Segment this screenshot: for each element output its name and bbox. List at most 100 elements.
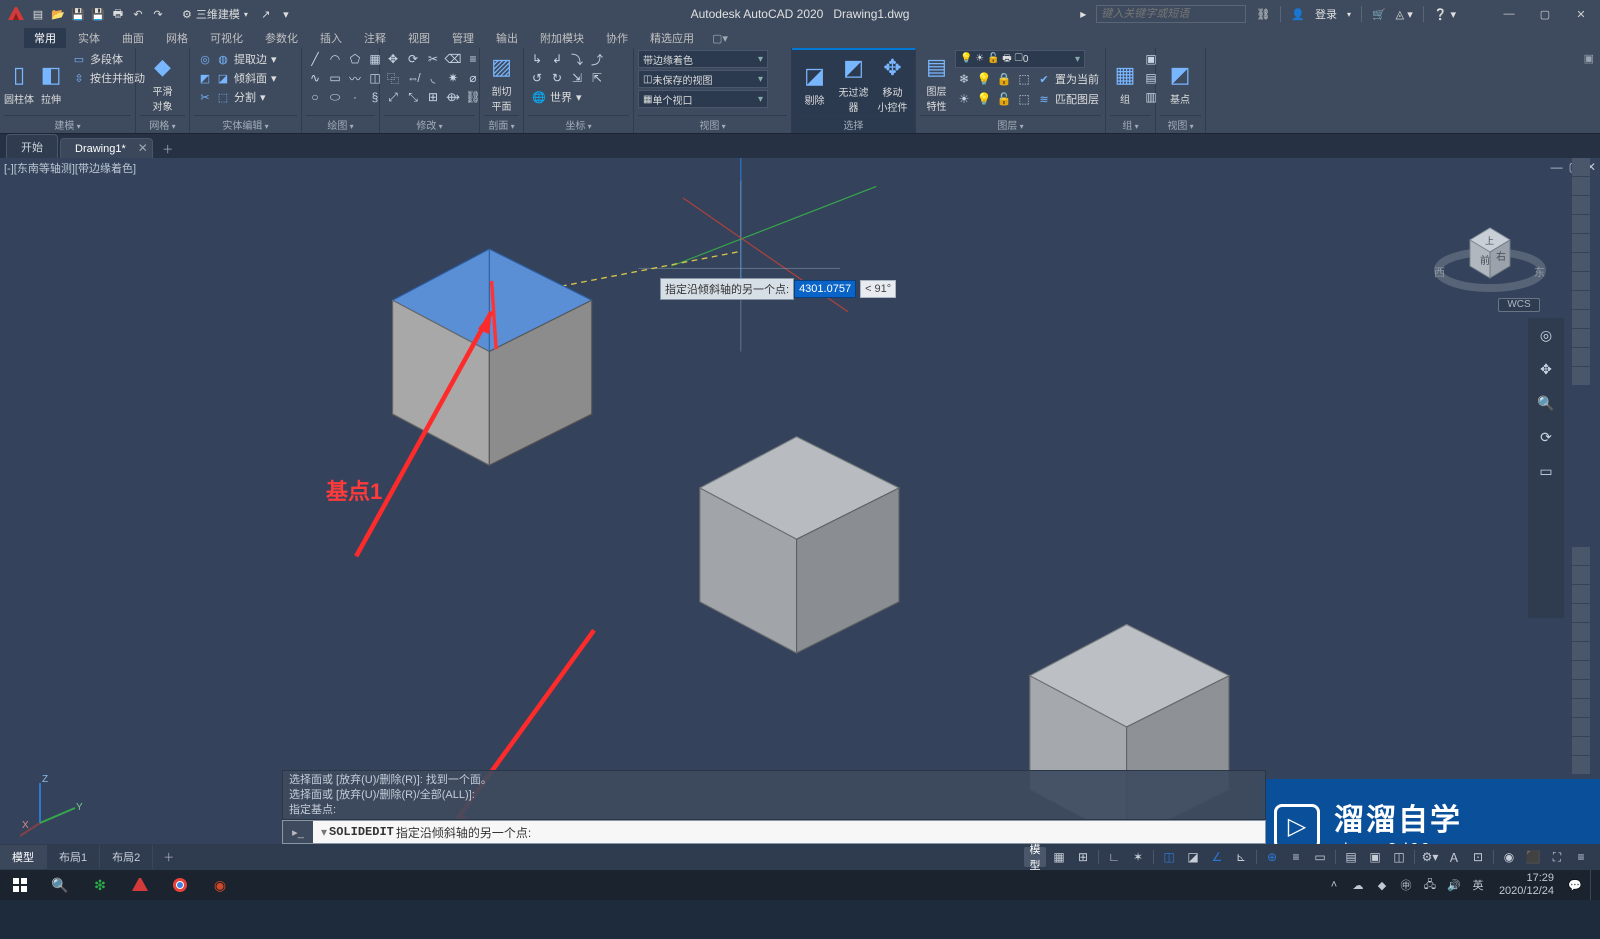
qat-redo-icon[interactable]: ↷ <box>150 6 166 22</box>
viewcube[interactable]: 前 右 上 西 东 <box>1430 188 1550 308</box>
status-ws-icon[interactable]: ⚙▾ <box>1419 847 1441 867</box>
palette-icon[interactable] <box>1572 196 1590 214</box>
solidedit-union-button[interactable]: ◎◍提取边 ▾ <box>194 50 281 68</box>
tab-13[interactable]: 精选应用 <box>640 28 704 48</box>
status-dyn-icon[interactable]: ⊕ <box>1261 847 1283 867</box>
qat-open-icon[interactable]: 📂 <box>50 6 66 22</box>
start-button[interactable] <box>0 870 40 900</box>
ucs8-icon[interactable]: ⇱ <box>588 69 606 87</box>
cart-icon[interactable]: 🛒 <box>1372 8 1386 21</box>
palette-icon[interactable] <box>1572 291 1590 309</box>
palette-icon[interactable] <box>1572 642 1590 660</box>
panel-layer-label[interactable]: 图层 <box>997 121 1023 132</box>
tab-2[interactable]: 曲面 <box>112 28 154 48</box>
point-icon[interactable]: · <box>346 88 364 106</box>
login-button[interactable]: 登录 <box>1315 6 1337 22</box>
rect-icon[interactable]: ▭ <box>326 69 344 87</box>
tab-add-layout-button[interactable]: ＋ <box>153 845 184 869</box>
arc-icon[interactable]: ◠ <box>326 50 344 68</box>
ucs-icon[interactable]: ↳ <box>528 50 546 68</box>
panel-draw-label[interactable]: 绘图 <box>327 121 353 132</box>
app-logo[interactable] <box>6 4 26 24</box>
palette-icon[interactable] <box>1572 348 1590 366</box>
array-icon[interactable]: ⊞ <box>424 88 442 106</box>
circle-icon[interactable]: ○ <box>306 88 324 106</box>
fillet-icon[interactable]: ◟ <box>424 69 442 87</box>
panel-section-label[interactable]: 剖面 <box>488 121 514 132</box>
trim-icon[interactable]: ✂ <box>424 50 442 68</box>
app-manager-icon[interactable]: ◬ ▾ <box>1396 8 1413 21</box>
palette-icon[interactable] <box>1572 718 1590 736</box>
palette-icon[interactable] <box>1572 310 1590 328</box>
erase-icon[interactable]: ⌫ <box>444 50 462 68</box>
tab-1[interactable]: 实体 <box>68 28 110 48</box>
status-3dosnap-icon[interactable]: ◪ <box>1182 847 1204 867</box>
visual-style-dropdown[interactable]: 带边缘着色 <box>638 50 768 68</box>
login-dropdown-icon[interactable]: ▾ <box>1347 10 1351 19</box>
palette-icon[interactable] <box>1572 272 1590 290</box>
tray-ime-icon[interactable]: ㊥ <box>1397 876 1415 894</box>
ellipse-icon[interactable]: ⬭ <box>326 88 344 106</box>
ribbon-tab-overflow-icon[interactable]: ▢▾ <box>712 32 728 45</box>
solidedit-separate-button[interactable]: ✂⬚分割 ▾ <box>194 88 281 106</box>
spline-icon[interactable]: 〰 <box>346 69 364 87</box>
qat-new-icon[interactable]: ▤ <box>30 6 46 22</box>
tab-close-icon[interactable]: ✕ <box>137 142 149 154</box>
tab-start[interactable]: 开始 <box>6 134 58 158</box>
help-search-input[interactable] <box>1096 5 1246 23</box>
palette-icon[interactable] <box>1572 756 1590 774</box>
qat-dropdown-icon[interactable]: ▾ <box>278 6 294 22</box>
status-grid-icon[interactable]: ▦ <box>1048 847 1070 867</box>
mirror-icon[interactable]: ⇎ <box>404 69 422 87</box>
nav-wheel-icon[interactable]: ◎ <box>1537 326 1555 344</box>
status-am-icon[interactable]: ◫ <box>1388 847 1410 867</box>
search-button[interactable]: 🔍 <box>40 870 80 900</box>
layer-thaw-icon[interactable]: ☀ <box>955 90 973 108</box>
tab-12[interactable]: 协作 <box>596 28 638 48</box>
ucs2-icon[interactable]: ↲ <box>548 50 566 68</box>
status-iso-icon[interactable]: ⬛ <box>1522 847 1544 867</box>
wechat-button[interactable]: ❇ <box>80 870 120 900</box>
layer-off-icon[interactable]: 💡 <box>975 70 993 88</box>
panel-mesh-label[interactable]: 网格 <box>149 121 175 132</box>
stretch-icon[interactable]: ⤢ <box>384 88 402 106</box>
layer-on-icon[interactable]: 💡 <box>975 90 993 108</box>
palette-icon[interactable] <box>1572 737 1590 755</box>
cmdline-handle[interactable]: ▸_ <box>283 821 313 843</box>
status-clean-icon[interactable]: ⛶ <box>1546 847 1568 867</box>
palette-icon[interactable] <box>1572 547 1590 565</box>
palette-icon[interactable] <box>1572 158 1590 176</box>
minimize-button[interactable]: — <box>1496 4 1522 24</box>
ucs4-icon[interactable]: ⤴ <box>588 50 606 68</box>
maximize-button[interactable]: ▢ <box>1532 4 1558 24</box>
layer-unlock-icon[interactable]: 🔓 <box>995 90 1013 108</box>
nav-pan-icon[interactable]: ✥ <box>1537 360 1555 378</box>
status-snap-icon[interactable]: ⊞ <box>1072 847 1094 867</box>
chrome-button[interactable] <box>160 870 200 900</box>
tab-layout1[interactable]: 布局1 <box>47 845 100 869</box>
nav-showmotion-icon[interactable]: ▭ <box>1537 462 1555 480</box>
panel-selection-label[interactable]: 选择 <box>844 121 864 132</box>
palette-icon[interactable] <box>1572 699 1590 717</box>
nav-zoom-icon[interactable]: 🔍 <box>1537 394 1555 412</box>
layer-setcurrent-button[interactable]: ✔置为当前 <box>1035 70 1101 88</box>
tab-10[interactable]: 输出 <box>486 28 528 48</box>
status-osnap-icon[interactable]: ◫ <box>1158 847 1180 867</box>
autocad-taskbar-button[interactable] <box>120 870 160 900</box>
infocenter-icon[interactable]: ⛓ <box>1256 8 1270 21</box>
close-button[interactable]: ✕ <box>1568 4 1594 24</box>
ucs-world-button[interactable]: 🌐世界 ▾ <box>528 88 606 106</box>
layer-dropdown[interactable]: 💡 ☀ 🔓 🖶 ▢ 0 <box>955 50 1085 68</box>
section-plane-button[interactable]: ▨剖切 平面 <box>484 50 519 115</box>
move-gizmo-button[interactable]: ✥移动 小控件 <box>874 52 911 115</box>
status-polar-icon[interactable]: ✶ <box>1127 847 1149 867</box>
group-button[interactable]: ▦组 <box>1110 50 1140 115</box>
panel-coord-label[interactable]: 坐标 <box>565 121 591 132</box>
tab-model[interactable]: 模型 <box>0 845 47 869</box>
status-vp-icon[interactable]: ⊡ <box>1467 847 1489 867</box>
tray-net-icon[interactable]: 🖧 <box>1421 876 1439 894</box>
dynamic-input-angle[interactable]: < 91° <box>860 280 896 298</box>
palette-icon[interactable] <box>1572 253 1590 271</box>
tab-4[interactable]: 可视化 <box>200 28 253 48</box>
tab-6[interactable]: 插入 <box>310 28 352 48</box>
